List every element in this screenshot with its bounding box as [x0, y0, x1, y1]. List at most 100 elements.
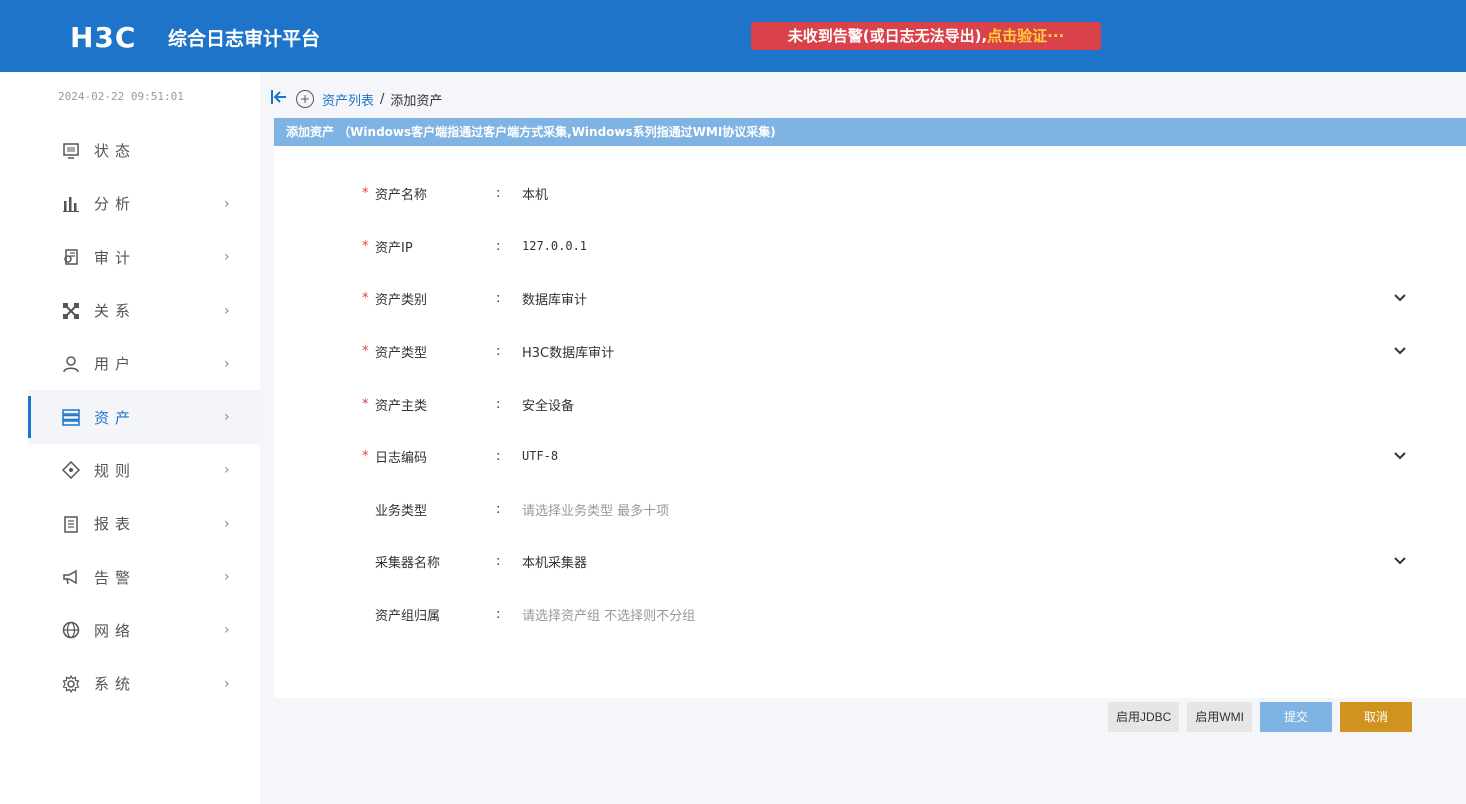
- chevron-right-icon: ›: [224, 462, 230, 479]
- chevron-right-icon: ›: [224, 515, 230, 532]
- chevron-right-icon: ›: [224, 409, 230, 426]
- required-mark: *: [362, 343, 369, 359]
- collapse-back-icon[interactable]: [270, 88, 290, 111]
- asset-main-class-value: 安全设备: [522, 398, 575, 414]
- bar-chart-icon: [60, 193, 82, 215]
- breadcrumb-current: 添加资产: [390, 93, 443, 109]
- colon: :: [496, 553, 501, 569]
- sidebar-item-alarm[interactable]: 告警 ›: [28, 550, 260, 603]
- sidebar-item-label: 资产: [94, 408, 137, 427]
- sidebar-item-network[interactable]: 网络 ›: [28, 604, 260, 657]
- server-icon: [60, 406, 82, 428]
- required-mark: *: [362, 290, 369, 306]
- app-title: 综合日志审计平台: [168, 28, 321, 50]
- business-type-label: 业务类型: [375, 503, 428, 519]
- colon: :: [496, 448, 501, 464]
- asset-ip-row: * 资产IP : 127.0.0.1: [274, 235, 1466, 257]
- asset-category-label: 资产类别: [375, 292, 428, 308]
- sidebar: 2024-02-22 09:51:01 状态 分析 › 审计 › 关系 › 用户…: [28, 72, 260, 804]
- plus-circle-icon: +: [296, 90, 314, 108]
- chevron-right-icon: ›: [224, 195, 230, 212]
- sidebar-item-label: 用户: [94, 355, 137, 374]
- business-type-select[interactable]: 请选择业务类型 最多十项: [522, 500, 669, 519]
- asset-group-row: 资产组归属 : 请选择资产组 不选择则不分组: [274, 603, 1466, 625]
- asset-type-row: * 资产类型 : H3C数据库审计: [274, 340, 1466, 362]
- enable-wmi-button[interactable]: 启用WMI: [1187, 702, 1252, 732]
- sidebar-item-audit[interactable]: 审计 ›: [28, 231, 260, 284]
- chevron-right-icon: ›: [224, 622, 230, 639]
- sidebar-item-asset[interactable]: 资产 ›: [28, 390, 260, 444]
- h3c-logo: H3C: [70, 21, 137, 54]
- collector-name-select[interactable]: 本机采集器: [522, 552, 587, 571]
- sidebar-item-status[interactable]: 状态: [28, 124, 260, 177]
- log-encoding-label: 日志编码: [375, 450, 428, 466]
- form-actions: 启用JDBC 启用WMI 提交 取消: [1107, 702, 1412, 732]
- diamond-icon: [60, 459, 82, 481]
- colon: :: [496, 343, 501, 359]
- sidebar-item-label: 告警: [94, 568, 137, 587]
- main-content: + 资产列表 / 添加资产 添加资产 （Windows客户端指通过客户端方式采集…: [260, 72, 1466, 804]
- sidebar-item-label: 系统: [94, 675, 137, 694]
- asset-ip-input[interactable]: 127.0.0.1: [522, 239, 587, 253]
- asset-type-select[interactable]: H3C数据库审计: [522, 342, 614, 361]
- megaphone-icon: [60, 566, 82, 588]
- breadcrumb-asset-list[interactable]: 资产列表: [322, 90, 374, 109]
- log-encoding-select[interactable]: UTF-8: [522, 449, 558, 463]
- verify-link[interactable]: 点击验证···: [987, 27, 1064, 45]
- asset-group-label: 资产组归属: [375, 608, 441, 624]
- colon: :: [496, 396, 501, 412]
- required-mark: *: [362, 185, 369, 201]
- sidebar-menu: 状态 分析 › 审计 › 关系 › 用户 › 资产 › 规则 › 报表 › 告警…: [28, 124, 260, 710]
- chevron-right-icon: ›: [224, 569, 230, 586]
- asset-name-input[interactable]: 本机: [522, 184, 548, 203]
- collector-name-label: 采集器名称: [375, 555, 441, 571]
- submit-button[interactable]: 提交: [1260, 702, 1332, 732]
- sidebar-item-user[interactable]: 用户 ›: [28, 337, 260, 390]
- alert-text: 未收到告警(或日志无法导出),: [787, 27, 988, 45]
- asset-category-row: * 资产类别 : 数据库审计: [274, 287, 1466, 309]
- relation-icon: [60, 300, 82, 322]
- current-datetime: 2024-02-22 09:51:01: [58, 90, 184, 103]
- monitor-icon: [60, 140, 82, 162]
- required-mark: *: [362, 448, 369, 464]
- sidebar-item-label: 分析: [94, 195, 137, 214]
- sidebar-item-label: 网络: [94, 621, 137, 640]
- colon: :: [496, 501, 501, 517]
- business-type-row: 业务类型 : 请选择业务类型 最多十项: [274, 498, 1466, 520]
- chevron-down-icon[interactable]: [1394, 290, 1406, 306]
- user-icon: [60, 353, 82, 375]
- sidebar-item-label: 规则: [94, 461, 137, 480]
- chevron-right-icon: ›: [224, 249, 230, 266]
- audit-icon: [60, 246, 82, 268]
- chevron-down-icon[interactable]: [1394, 448, 1406, 464]
- chevron-right-icon: ›: [224, 355, 230, 372]
- sidebar-item-report[interactable]: 报表 ›: [28, 497, 260, 550]
- colon: :: [496, 238, 501, 254]
- asset-main-class-label: 资产主类: [375, 398, 428, 414]
- cancel-button[interactable]: 取消: [1340, 702, 1412, 732]
- chevron-down-icon[interactable]: [1394, 343, 1406, 359]
- sidebar-item-label: 审计: [94, 248, 137, 267]
- left-edge-strip: [0, 0, 28, 804]
- alert-banner[interactable]: 未收到告警(或日志无法导出),点击验证···: [751, 22, 1101, 50]
- enable-jdbc-button[interactable]: 启用JDBC: [1107, 702, 1180, 732]
- panel-title: 添加资产 （Windows客户端指通过客户端方式采集,Windows系列指通过W…: [274, 118, 1466, 146]
- chevron-down-icon[interactable]: [1394, 553, 1406, 569]
- add-asset-panel: 添加资产 （Windows客户端指通过客户端方式采集,Windows系列指通过W…: [274, 118, 1466, 732]
- sidebar-item-analysis[interactable]: 分析 ›: [28, 177, 260, 230]
- sidebar-item-relation[interactable]: 关系 ›: [28, 284, 260, 337]
- asset-name-row: * 资产名称 : 本机: [274, 182, 1466, 204]
- top-header: H3C 综合日志审计平台 未收到告警(或日志无法导出),点击验证···: [0, 0, 1466, 72]
- breadcrumb-separator: /: [380, 91, 385, 107]
- chevron-right-icon: ›: [224, 675, 230, 692]
- globe-icon: [60, 619, 82, 641]
- sidebar-item-label: 报表: [94, 515, 137, 534]
- chevron-right-icon: ›: [224, 302, 230, 319]
- asset-group-select[interactable]: 请选择资产组 不选择则不分组: [522, 605, 695, 624]
- asset-category-select[interactable]: 数据库审计: [522, 289, 587, 308]
- sidebar-item-system[interactable]: 系统 ›: [28, 657, 260, 710]
- asset-type-label: 资产类型: [375, 345, 428, 361]
- sidebar-item-rule[interactable]: 规则 ›: [28, 444, 260, 497]
- asset-name-label: 资产名称: [375, 187, 428, 203]
- collector-name-row: 采集器名称 : 本机采集器: [274, 550, 1466, 572]
